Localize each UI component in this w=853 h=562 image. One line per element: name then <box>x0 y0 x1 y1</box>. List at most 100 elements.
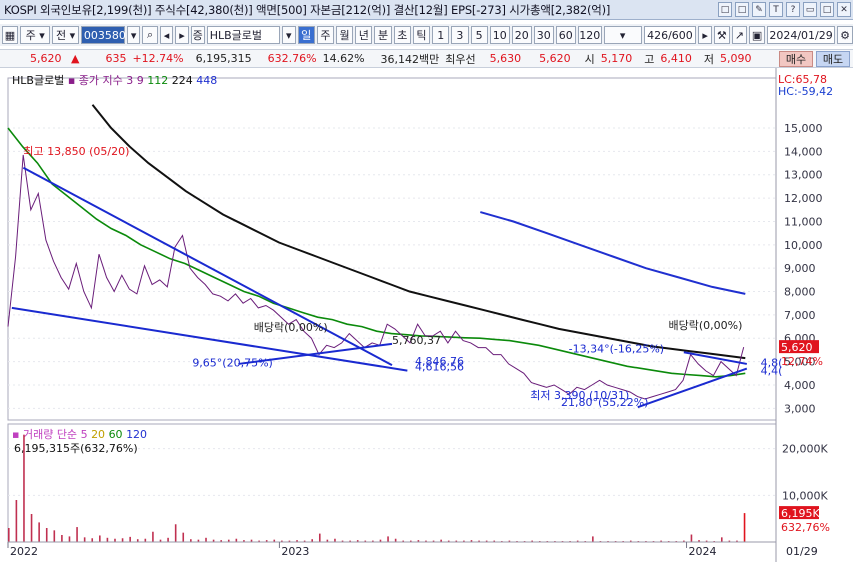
volume-bar <box>318 533 321 542</box>
window-buttons: □ □ ✎ T ? ▭ □ ✕ <box>718 2 851 17</box>
settings-icon[interactable]: ⚙ <box>837 26 853 44</box>
chart-legend: HLB글로벌 ▪ 종가 지수 3 9 112 224 448 <box>12 74 217 87</box>
price-tick-label: 15,000 <box>784 122 823 135</box>
price-tick-label: 12,000 <box>784 192 823 205</box>
x-axis-label: 2022 <box>10 545 38 558</box>
interval-button-10[interactable]: 10 <box>489 26 510 44</box>
count-step-icon[interactable]: ▸ <box>698 26 712 44</box>
x-axis-label: 2023 <box>281 545 309 558</box>
volume-ma-label: 단순 <box>57 428 81 441</box>
period-button-minute[interactable]: 분 <box>374 26 392 44</box>
current-volume-label: 6,195K <box>781 507 820 520</box>
period-button-month[interactable]: 월 <box>336 26 354 44</box>
turnover-value: 14.62% <box>322 52 365 65</box>
volume-label: ▪ 거래량 <box>12 428 57 441</box>
interval-button-120[interactable]: 120 <box>577 26 602 44</box>
chart-annotation: 배당락(0,00%) <box>254 321 328 334</box>
volume-value-label: 6,195,315주(632,76%) <box>14 442 138 455</box>
current-price-label: 5,620 <box>781 341 813 354</box>
save-icon[interactable]: ▣ <box>749 26 766 44</box>
volume-value: 6,195,315 <box>195 52 252 65</box>
prev-select[interactable]: 전 ▾ <box>52 26 79 44</box>
interval-button-30[interactable]: 30 <box>533 26 554 44</box>
interval-input[interactable]: ▾ <box>603 26 642 44</box>
date-input[interactable]: 2024/01/29 <box>767 26 836 44</box>
code-dropdown-icon[interactable]: ▾ <box>126 26 141 44</box>
stock-chart[interactable]: 3,0004,0005,0006,0007,0008,0009,00010,00… <box>0 68 853 562</box>
open-label: 시 <box>584 52 595 66</box>
pin-icon[interactable]: ✎ <box>752 2 766 17</box>
volume-bar <box>91 538 94 542</box>
security-badge-icon: 증 <box>190 26 205 44</box>
stock-summary: KOSPI 외국인보유[2,199(천)] 주식수[42,380(천)] 액면[… <box>4 2 611 17</box>
stock-code-input[interactable]: 003580 <box>80 26 126 44</box>
volume-bar <box>152 531 154 542</box>
period-button-year[interactable]: 년 <box>355 26 373 44</box>
volume-bar <box>106 537 109 542</box>
interval-button-20[interactable]: 20 <box>511 26 532 44</box>
volume-ma-period-120: 120 <box>126 428 147 441</box>
volume-bar <box>690 534 693 542</box>
tools-icon[interactable]: ⚒ <box>713 26 730 44</box>
interval-button-60[interactable]: 60 <box>555 26 576 44</box>
window-button-1-icon[interactable]: □ <box>718 2 732 17</box>
high-value: 6,410 <box>660 52 692 65</box>
price-tick-label: 13,000 <box>784 169 823 182</box>
best-ask-label: 최우선 <box>445 52 476 66</box>
volume-bar <box>182 532 185 542</box>
interval-button-3[interactable]: 3 <box>451 26 469 44</box>
x-axis-label: 01/29 <box>786 545 818 558</box>
volume-bar <box>592 536 594 542</box>
stock-label: HLB글로벌 <box>12 74 68 87</box>
current-price: 5,620 ▲ <box>30 52 80 65</box>
volume-bar <box>99 535 101 542</box>
volume-bar <box>8 528 10 542</box>
chart-annotation: 4,616,56 <box>415 361 464 374</box>
volume-bar <box>15 500 18 542</box>
minimize-icon[interactable]: ▭ <box>803 2 817 17</box>
ma-period-112: 112 <box>147 74 172 87</box>
ma-period-3: 3 <box>126 74 137 87</box>
period-button-tick[interactable]: 틱 <box>412 26 431 44</box>
data-count-field[interactable]: 426/600 <box>643 26 697 44</box>
stock-name-field: HLB글로벌 <box>206 26 281 44</box>
help-icon[interactable]: ? <box>786 2 800 17</box>
volume-bar <box>129 536 131 542</box>
prev-stock-icon[interactable]: ◂ <box>159 26 174 44</box>
text-icon[interactable]: T <box>769 2 783 17</box>
volume-bar <box>68 536 71 542</box>
interval-button-5[interactable]: 5 <box>470 26 488 44</box>
volume-bar <box>167 537 169 542</box>
volume-bar <box>38 522 40 542</box>
grid-icon[interactable]: ▦ <box>2 26 18 44</box>
volume-bar <box>76 527 78 542</box>
volume-bar <box>743 513 746 542</box>
volume-legend: ▪ 거래량 단순 5 20 60 120 <box>12 428 147 441</box>
chart-annotation: 9,65°(20,75%) <box>192 356 273 369</box>
close-icon[interactable]: ✕ <box>837 2 851 17</box>
trade-amount: 36,142백만 <box>380 52 440 66</box>
price-tick-label: 14,000 <box>784 145 823 158</box>
volume-bar <box>53 530 56 542</box>
maximize-icon[interactable]: □ <box>820 2 834 17</box>
line-tool-icon[interactable]: ↗ <box>731 26 748 44</box>
interval-button-1[interactable]: 1 <box>432 26 450 44</box>
period-button-second[interactable]: 초 <box>393 26 411 44</box>
mode-select[interactable]: 주 ▾ <box>20 26 51 44</box>
chart-annotation: -13,34°(-16,25%) <box>569 342 664 355</box>
sell-button[interactable]: 매도 <box>816 51 850 67</box>
period-button-week[interactable]: 주 <box>316 26 334 44</box>
chart-annotation: 최고 13,850 (05/20) <box>23 145 129 158</box>
name-dropdown-icon[interactable]: ▾ <box>282 26 296 44</box>
window-button-2-icon[interactable]: □ <box>735 2 749 17</box>
buy-button[interactable]: 매수 <box>779 51 813 67</box>
price-tick-label: 4,000 <box>784 379 816 392</box>
ma-label: ▪ 종가 지수 <box>68 74 126 87</box>
search-icon[interactable]: ⌕ <box>142 26 158 44</box>
next-stock-icon[interactable]: ▸ <box>175 26 189 44</box>
chart-annotation: 5,760,37 <box>392 334 441 347</box>
volume-tick-label: 20,000K <box>782 443 828 456</box>
hc-label: HC:-59,42 <box>778 85 833 98</box>
period-button-day[interactable]: 일 <box>297 26 315 44</box>
volume-bar <box>205 537 207 542</box>
